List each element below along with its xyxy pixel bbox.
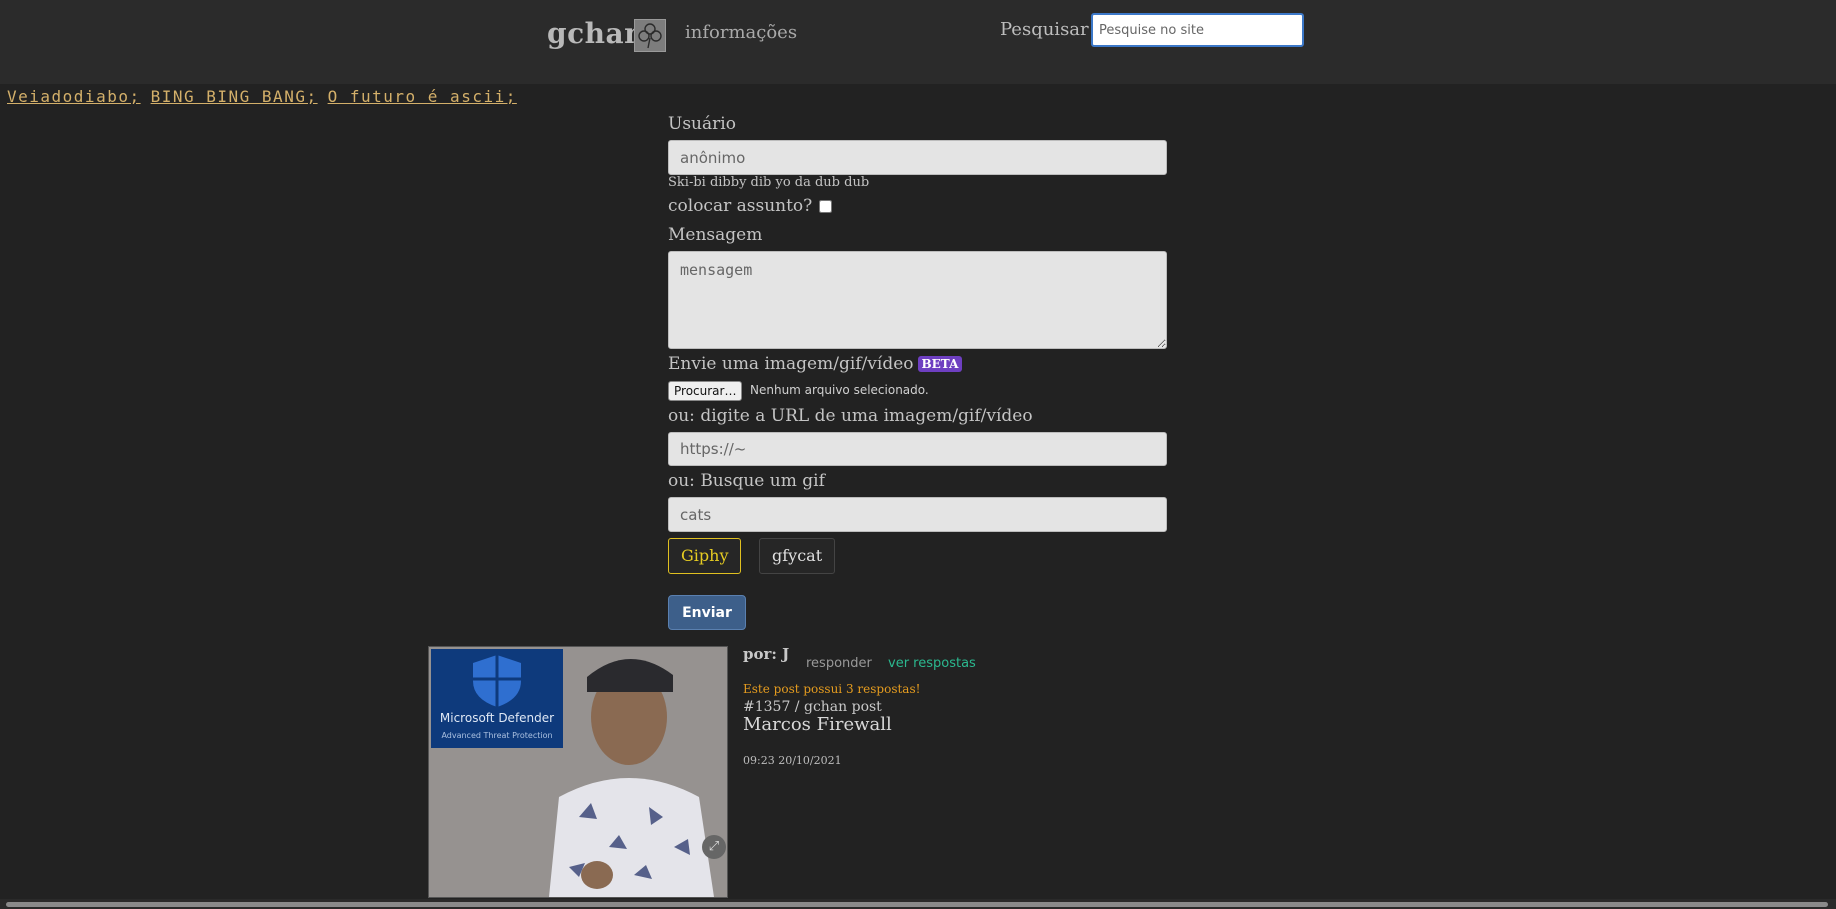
- upload-label-text: Envie uma imagem/gif/vídeo: [668, 354, 914, 374]
- username-input[interactable]: [668, 140, 1167, 175]
- media-url-input[interactable]: [668, 432, 1167, 466]
- post-title: Marcos Firewall: [743, 714, 892, 735]
- giphy-button[interactable]: Giphy: [668, 538, 742, 574]
- defender-subtitle: Advanced Threat Protection: [441, 731, 553, 740]
- file-browse-button[interactable]: Procurar…: [668, 381, 743, 401]
- message-label: Mensagem: [668, 225, 763, 245]
- gfycat-button[interactable]: gfycat: [759, 538, 836, 574]
- defender-title: Microsoft Defender: [439, 711, 555, 725]
- submit-button[interactable]: Enviar: [668, 595, 746, 630]
- subject-checkbox[interactable]: [819, 200, 832, 213]
- horizontal-scrollbar[interactable]: [0, 899, 1836, 909]
- scrollbar-thumb[interactable]: [6, 902, 1828, 907]
- expand-icon[interactable]: ⤢: [702, 835, 726, 859]
- upload-label: Envie uma imagem/gif/vídeo BETA: [668, 354, 963, 374]
- replies-notice: Este post possui 3 respostas!: [743, 682, 921, 696]
- form-hint: Ski-bi dibby dib yo da dub dub: [668, 175, 870, 190]
- defender-overlay: Microsoft Defender Advanced Threat Prote…: [431, 649, 563, 748]
- top-navbar: gchan informações Pesquisar: [0, 0, 1836, 84]
- beta-badge: BETA: [917, 356, 963, 372]
- file-status-text: Nenhum arquivo selecionado.: [750, 383, 929, 397]
- see-replies-link[interactable]: ver respostas: [888, 656, 976, 671]
- message-textarea[interactable]: [668, 251, 1167, 349]
- gif-search-label: ou: Busque um gif: [668, 471, 825, 491]
- board-links: Veiadodiabo; BING BING BANG; O futuro é as…: [7, 87, 527, 106]
- search-label: Pesquisar: [1000, 19, 1089, 40]
- clover-logo-icon[interactable]: [634, 19, 666, 52]
- post-author: por: J: [743, 645, 790, 663]
- subject-label: colocar assunto?: [668, 196, 813, 216]
- user-label: Usuário: [668, 114, 736, 134]
- reply-link[interactable]: responder: [806, 656, 872, 671]
- post-id: #1357 / gchan post: [743, 699, 882, 715]
- url-label: ou: digite a URL de uma imagem/gif/vídeo: [668, 406, 1033, 426]
- post-image[interactable]: Microsoft Defender Advanced Threat Prote…: [428, 646, 728, 898]
- board-link-bing-bing-bang[interactable]: BING BING BANG;: [151, 87, 318, 106]
- post-timestamp: 09:23 20/10/2021: [743, 754, 842, 767]
- search-input[interactable]: [1091, 13, 1304, 47]
- site-logo-text[interactable]: gchan: [547, 17, 645, 50]
- board-link-veiadodiabo[interactable]: Veiadodiabo;: [7, 87, 141, 106]
- board-link-futuro-ascii[interactable]: O futuro é ascii;: [328, 87, 517, 106]
- info-link[interactable]: informações: [685, 22, 797, 43]
- gif-search-input[interactable]: [668, 497, 1167, 532]
- shield-icon: [473, 655, 521, 707]
